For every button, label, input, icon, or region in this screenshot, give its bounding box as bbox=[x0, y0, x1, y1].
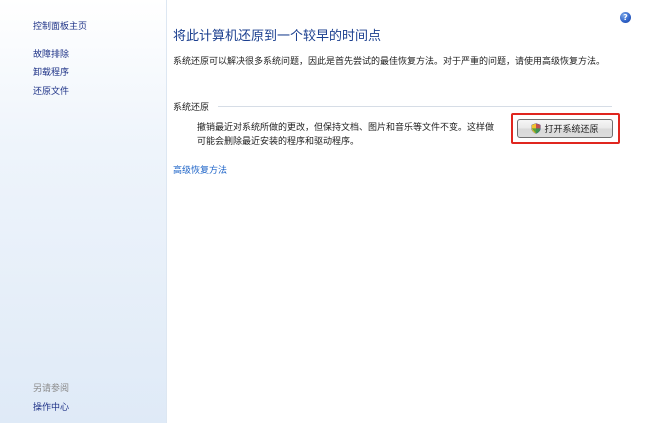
page-title: 将此计算机还原到一个较早的时间点 bbox=[173, 29, 382, 44]
content-pane: ? 将此计算机还原到一个较早的时间点 系统还原可以解决很多系统问题，因此是首先尝… bbox=[167, 0, 650, 423]
see-also-heading: 另请参阅 bbox=[33, 384, 70, 394]
control-panel-window: 控制面板主页 故障排除 卸载程序 还原文件 另请参阅 操作中心 ? 将此计算机还… bbox=[0, 0, 650, 423]
intro-text: 系统还原可以解决很多系统问题，因此是首先尝试的最佳恢复方法。对于严重的问题，请使… bbox=[173, 57, 606, 67]
advanced-recovery-link[interactable]: 高级恢复方法 bbox=[173, 163, 227, 176]
system-restore-group-label: 系统还原 bbox=[173, 103, 210, 113]
open-system-restore-label: 打开系统还原 bbox=[544, 125, 599, 135]
action-center-link[interactable]: 操作中心 bbox=[33, 400, 69, 413]
group-divider bbox=[218, 106, 612, 107]
restore-files-link[interactable]: 还原文件 bbox=[33, 84, 69, 97]
system-restore-description: 撤销最近对系统所做的更改，但保持文档、图片和音乐等文件不变。这样做可能会删除最近… bbox=[197, 123, 495, 147]
open-system-restore-button[interactable]: 打开系统还原 bbox=[517, 119, 613, 138]
troubleshooting-link[interactable]: 故障排除 bbox=[33, 47, 69, 60]
help-icon[interactable]: ? bbox=[620, 12, 631, 23]
navigation-pane: 控制面板主页 故障排除 卸载程序 还原文件 另请参阅 操作中心 bbox=[0, 0, 167, 423]
control-panel-home-link[interactable]: 控制面板主页 bbox=[33, 19, 87, 32]
uninstall-program-link[interactable]: 卸载程序 bbox=[33, 65, 69, 78]
uac-shield-icon bbox=[531, 123, 542, 134]
